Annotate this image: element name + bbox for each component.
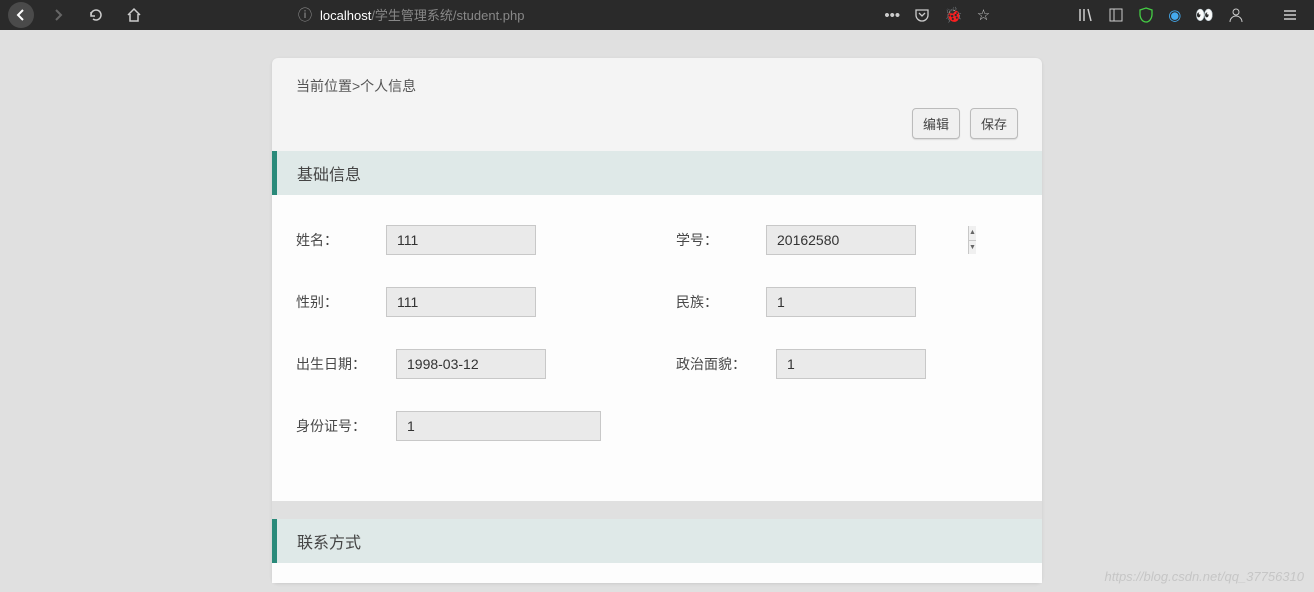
gender-label: 性别： <box>296 292 386 312</box>
political-label: 政治面貌： <box>676 354 776 374</box>
ethnicity-label: 民族： <box>676 292 766 312</box>
id-number-label: 身份证号： <box>296 416 396 436</box>
account-icon[interactable] <box>1228 7 1244 23</box>
home-button[interactable] <box>120 1 148 29</box>
menu-icon[interactable] <box>1282 7 1298 23</box>
spinner-down-icon[interactable]: ▼ <box>969 241 976 255</box>
section-basic-info: 基础信息 <box>272 151 1042 195</box>
watermark: https://blog.csdn.net/qq_37756310 <box>1105 569 1305 584</box>
section-contact: 联系方式 <box>272 519 1042 563</box>
student-id-label: 学号： <box>676 230 766 250</box>
more-icon[interactable]: ••• <box>884 7 900 24</box>
breadcrumb: 当前位置>个人信息 <box>296 76 1018 96</box>
back-button[interactable] <box>8 2 34 28</box>
star-icon[interactable]: ☆ <box>977 6 990 24</box>
url-host: localhost <box>320 8 371 23</box>
birth-date-label: 出生日期： <box>296 354 396 374</box>
browser-toolbar: ⓘ localhost/学生管理系统/student.php ••• 🐞 ☆ ◉… <box>0 0 1314 30</box>
sidebar-icon[interactable] <box>1108 7 1124 23</box>
political-input[interactable] <box>776 349 926 379</box>
library-icon[interactable] <box>1078 7 1094 23</box>
name-label: 姓名： <box>296 230 386 250</box>
main-card: 当前位置>个人信息 编辑 保存 基础信息 姓名： 学号： ▲ <box>272 58 1042 583</box>
ethnicity-input[interactable] <box>766 287 916 317</box>
info-icon: ⓘ <box>298 5 312 25</box>
pocket-icon[interactable] <box>914 7 930 23</box>
bug-icon[interactable]: 🐞 <box>944 6 963 24</box>
student-id-input[interactable]: ▲ ▼ <box>766 225 916 255</box>
eyes-icon[interactable]: 👀 <box>1195 6 1214 24</box>
save-button[interactable]: 保存 <box>970 108 1018 139</box>
url-bar[interactable]: ⓘ localhost/学生管理系统/student.php <box>298 5 874 25</box>
shield-icon[interactable] <box>1138 7 1154 23</box>
gender-input[interactable] <box>386 287 536 317</box>
spinner-up-icon[interactable]: ▲ <box>969 226 976 241</box>
circle-icon[interactable]: ◉ <box>1168 6 1181 24</box>
id-number-input[interactable] <box>396 411 601 441</box>
edit-button[interactable]: 编辑 <box>912 108 960 139</box>
url-path: /学生管理系统/student.php <box>371 8 524 23</box>
birth-date-input[interactable] <box>396 349 546 379</box>
forward-button[interactable] <box>44 1 72 29</box>
reload-button[interactable] <box>82 1 110 29</box>
name-input[interactable] <box>386 225 536 255</box>
